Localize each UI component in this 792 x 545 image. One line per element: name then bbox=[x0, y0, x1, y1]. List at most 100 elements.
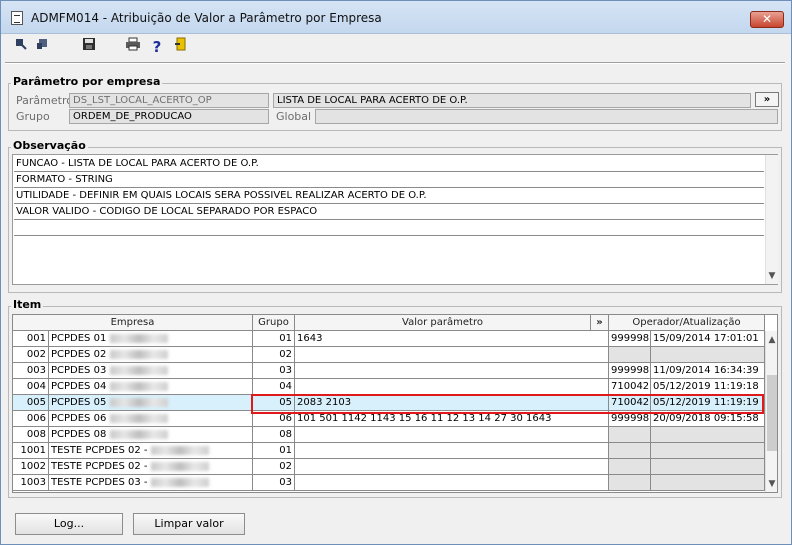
table-row[interactable]: 1001 TESTE PCPDES 02 - 01 bbox=[13, 443, 765, 459]
table-row[interactable]: 004 PCPDES 04 04 710042 05/12/2019 11:19:18 bbox=[13, 379, 765, 395]
valor-cell[interactable] bbox=[295, 347, 609, 363]
parametro-field[interactable]: DS_LST_LOCAL_ACERTO_OP bbox=[69, 93, 269, 108]
empresa-code-cell[interactable]: 002 bbox=[13, 347, 49, 363]
operador-cell[interactable] bbox=[609, 475, 651, 491]
atualizacao-cell[interactable]: 11/09/2014 16:34:39 bbox=[651, 363, 765, 379]
empresa-code-cell[interactable]: 006 bbox=[13, 411, 49, 427]
grupo-field[interactable]: ORDEM_DE_PRODUCAO bbox=[69, 109, 269, 124]
atualizacao-cell[interactable] bbox=[651, 347, 765, 363]
table-row[interactable]: 002 PCPDES 02 02 bbox=[13, 347, 765, 363]
exit-icon[interactable] bbox=[171, 37, 191, 57]
parametro-description-field[interactable]: LISTA DE LOCAL PARA ACERTO DE O.P. bbox=[273, 93, 751, 108]
scroll-down-icon[interactable]: ▼ bbox=[766, 269, 778, 283]
redacted-name bbox=[110, 365, 169, 375]
valor-cell[interactable] bbox=[295, 363, 609, 379]
empresa-name-cell-text: TESTE PCPDES 02 - bbox=[51, 445, 148, 456]
empresa-name-cell-text: PCPDES 08 bbox=[51, 429, 107, 440]
log-button[interactable]: Log... bbox=[15, 513, 123, 535]
empresa-name-cell[interactable]: PCPDES 01 bbox=[49, 331, 253, 347]
column-header-operador[interactable]: Operador/Atualização bbox=[609, 315, 765, 331]
empresa-code-cell[interactable]: 1003 bbox=[13, 475, 49, 491]
table-row[interactable]: 003 PCPDES 03 03 999998 11/09/2014 16:34:39 bbox=[13, 363, 765, 379]
valor-cell[interactable] bbox=[295, 443, 609, 459]
grupo-cell[interactable]: 02 bbox=[253, 459, 295, 475]
scroll-up-icon[interactable]: ▲ bbox=[766, 333, 777, 347]
empresa-code-cell[interactable]: 004 bbox=[13, 379, 49, 395]
atualizacao-cell[interactable]: 05/12/2019 11:19:18 bbox=[651, 379, 765, 395]
parametro-expand-button[interactable]: » bbox=[755, 92, 779, 107]
help-icon[interactable]: ? bbox=[147, 37, 167, 57]
empresa-code-cell[interactable]: 1001 bbox=[13, 443, 49, 459]
atualizacao-cell[interactable] bbox=[651, 475, 765, 491]
grupo-cell[interactable]: 04 bbox=[253, 379, 295, 395]
grupo-cell-text: 06 bbox=[279, 413, 292, 424]
arrow-next-icon[interactable] bbox=[33, 37, 53, 57]
empresa-name-cell[interactable]: PCPDES 08 bbox=[49, 427, 253, 443]
column-header-grupo[interactable]: Grupo bbox=[253, 315, 295, 331]
empresa-name-cell-text: PCPDES 05 bbox=[51, 397, 107, 408]
empresa-name-cell[interactable]: PCPDES 04 bbox=[49, 379, 253, 395]
redacted-name bbox=[110, 397, 169, 407]
grupo-cell-text: 04 bbox=[279, 381, 292, 392]
grupo-cell[interactable]: 08 bbox=[253, 427, 295, 443]
close-button[interactable]: ✕ bbox=[750, 11, 784, 28]
print-icon[interactable] bbox=[123, 37, 143, 57]
grupo-cell[interactable]: 01 bbox=[253, 443, 295, 459]
limpar-valor-button[interactable]: Limpar valor bbox=[133, 513, 245, 535]
operador-cell[interactable] bbox=[609, 427, 651, 443]
save-icon[interactable] bbox=[79, 37, 99, 57]
empresa-code-cell-text: 002 bbox=[26, 349, 46, 360]
table-row[interactable]: 001 PCPDES 01 01 1643 999998 15/09/2014 17:01… bbox=[13, 331, 765, 347]
empresa-name-cell[interactable]: PCPDES 06 bbox=[49, 411, 253, 427]
column-header-empresa[interactable]: Empresa bbox=[13, 315, 253, 331]
empresa-name-cell[interactable]: TESTE PCPDES 03 - bbox=[49, 475, 253, 491]
atualizacao-cell[interactable] bbox=[651, 443, 765, 459]
operador-cell[interactable] bbox=[609, 443, 651, 459]
valor-expand-button[interactable]: » bbox=[591, 315, 609, 331]
empresa-name-cell-text: PCPDES 01 bbox=[51, 333, 107, 344]
empresa-code-cell[interactable]: 001 bbox=[13, 331, 49, 347]
empresa-name-cell[interactable]: PCPDES 05 bbox=[49, 395, 253, 411]
atualizacao-cell[interactable] bbox=[651, 427, 765, 443]
toolbar-separator bbox=[5, 62, 785, 64]
operador-cell[interactable]: 999998 bbox=[609, 363, 651, 379]
valor-cell[interactable]: 1643 bbox=[295, 331, 609, 347]
grupo-cell[interactable]: 01 bbox=[253, 331, 295, 347]
grupo-label: Grupo bbox=[16, 110, 50, 123]
empresa-name-cell-text: PCPDES 06 bbox=[51, 413, 107, 424]
global-field[interactable] bbox=[315, 109, 778, 124]
valor-cell[interactable] bbox=[295, 459, 609, 475]
atualizacao-cell[interactable] bbox=[651, 459, 765, 475]
operador-cell[interactable]: 999998 bbox=[609, 331, 651, 347]
observacao-scrollbar[interactable]: ▼ bbox=[765, 155, 778, 284]
empresa-name-cell[interactable]: PCPDES 02 bbox=[49, 347, 253, 363]
scroll-down-icon[interactable]: ▼ bbox=[766, 477, 777, 491]
atualizacao-cell[interactable]: 15/09/2014 17:01:01 bbox=[651, 331, 765, 347]
empresa-name-cell[interactable]: TESTE PCPDES 02 - bbox=[49, 459, 253, 475]
arrow-back-icon[interactable] bbox=[11, 37, 31, 57]
empresa-name-cell[interactable]: PCPDES 03 bbox=[49, 363, 253, 379]
empresa-code-cell[interactable]: 008 bbox=[13, 427, 49, 443]
empresa-code-cell[interactable]: 005 bbox=[13, 395, 49, 411]
column-header-valor[interactable]: Valor parâmetro bbox=[295, 315, 591, 331]
valor-cell[interactable] bbox=[295, 475, 609, 491]
table-row[interactable]: 1002 TESTE PCPDES 02 - 02 bbox=[13, 459, 765, 475]
redacted-name bbox=[110, 349, 169, 359]
scroll-thumb[interactable] bbox=[767, 375, 777, 451]
empresa-name-cell-text: PCPDES 04 bbox=[51, 381, 107, 392]
table-row[interactable]: 008 PCPDES 08 08 bbox=[13, 427, 765, 443]
valor-cell[interactable] bbox=[295, 379, 609, 395]
observacao-textarea[interactable]: FUNCAO - LISTA DE LOCAL PARA ACERTO DE O… bbox=[12, 154, 778, 285]
operador-cell[interactable] bbox=[609, 459, 651, 475]
table-row[interactable]: 1003 TESTE PCPDES 03 - 03 bbox=[13, 475, 765, 491]
empresa-name-cell[interactable]: TESTE PCPDES 02 - bbox=[49, 443, 253, 459]
empresa-code-cell[interactable]: 1002 bbox=[13, 459, 49, 475]
empresa-code-cell[interactable]: 003 bbox=[13, 363, 49, 379]
operador-cell[interactable] bbox=[609, 347, 651, 363]
valor-cell[interactable] bbox=[295, 427, 609, 443]
operador-cell[interactable]: 710042 bbox=[609, 379, 651, 395]
grupo-cell[interactable]: 02 bbox=[253, 347, 295, 363]
item-scrollbar[interactable]: ▲ ▼ bbox=[765, 331, 777, 492]
grupo-cell[interactable]: 03 bbox=[253, 363, 295, 379]
grupo-cell[interactable]: 03 bbox=[253, 475, 295, 491]
